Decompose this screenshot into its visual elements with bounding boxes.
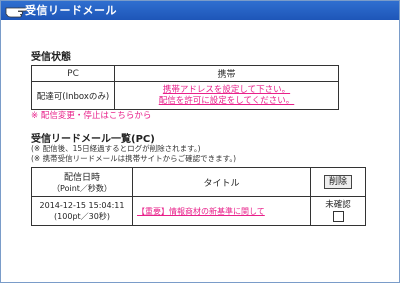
window-title: 受信リードメール — [25, 4, 117, 17]
mail-points: (100pt／30秒) — [54, 212, 110, 221]
window-frame: 受信リードメール 受信状態 PC 携帯 配達可(Inboxのみ) 携帯アドレスを… — [0, 0, 400, 283]
mail-status: 未確認 — [325, 200, 351, 210]
pointing-hand-icon — [5, 7, 27, 18]
col-date-sub: （Point／秒数） — [52, 184, 112, 193]
col-mobile: 携帯 — [114, 65, 339, 82]
mobile-status-line2[interactable]: 配信を許可に設定をしてください。 — [159, 96, 295, 106]
delete-button[interactable]: 削除 — [323, 175, 352, 189]
col-pc: PC — [31, 65, 115, 82]
mail-subject-link[interactable]: 【重要】情報商材の新基準に関して — [132, 196, 311, 226]
mobile-status-line1[interactable]: 携帯アドレスを設定して下さい。 — [163, 85, 290, 95]
delete-checkbox[interactable] — [332, 211, 344, 222]
col-title: タイトル — [132, 167, 311, 197]
mail-status-cell: 未確認 — [310, 196, 366, 226]
mail-date: 2014-12-15 15:04:11 — [39, 201, 125, 210]
col-date-label: 配信日時 — [63, 173, 100, 183]
status-heading: 受信状態 — [31, 52, 71, 63]
list-note-mobile: (※ 携帯受信リードメールは携帯サイトからご確認できます。) — [31, 154, 237, 163]
status-header-row: PC 携帯 — [31, 65, 339, 82]
mail-list-header: 配信日時 （Point／秒数） タイトル 削除 — [31, 167, 366, 197]
col-delete: 削除 — [310, 167, 366, 197]
mail-row: 2014-12-15 15:04:11 (100pt／30秒) 【重要】情報商材… — [31, 196, 366, 226]
status-table: PC 携帯 配達可(Inboxのみ) 携帯アドレスを設定して下さい。 配信を許可… — [31, 65, 339, 110]
col-date: 配信日時 （Point／秒数） — [31, 167, 133, 197]
title-bar: 受信リードメール — [1, 1, 399, 20]
mail-list-table: 配信日時 （Point／秒数） タイトル 削除 2014-12-15 15:04… — [31, 167, 366, 226]
mail-date-cell: 2014-12-15 15:04:11 (100pt／30秒) — [31, 196, 133, 226]
mobile-status-link[interactable]: 携帯アドレスを設定して下さい。 配信を許可に設定をしてください。 — [114, 81, 339, 110]
status-value-row: 配達可(Inboxのみ) 携帯アドレスを設定して下さい。 配信を許可に設定をして… — [31, 81, 339, 110]
pc-status: 配達可(Inboxのみ) — [31, 81, 115, 110]
delivery-change-link[interactable]: ※ 配信変更・停止はこちらから — [31, 109, 151, 121]
